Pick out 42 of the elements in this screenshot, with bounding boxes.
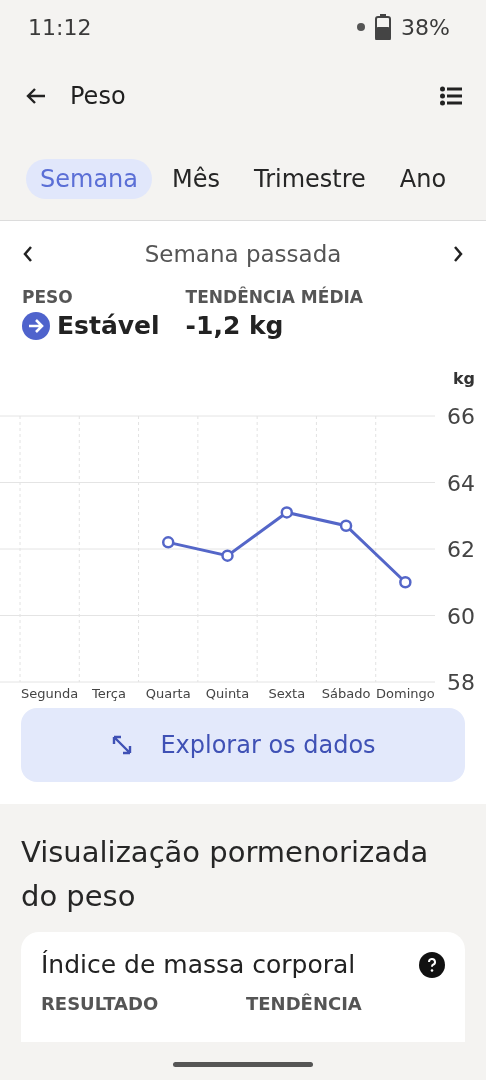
stat-value: Estável [57,311,160,340]
period-label: Semana passada [144,241,342,267]
stat-label: PESO [22,287,74,307]
arrow-circle-icon [22,311,50,340]
axis-day-label: Segunda [21,686,79,701]
previous-button[interactable] [22,245,34,263]
card-label: RESULTADO [41,993,160,1014]
axis-day-label: Quarta [145,686,191,701]
data-point [399,576,412,589]
period-tab[interactable]: Trimestre [240,159,380,199]
data-point [280,506,294,519]
screen-title: Peso [70,82,127,110]
axis-tick-label: 58 [447,670,475,695]
axis-day-label: Sábado [321,686,371,701]
list-button[interactable] [440,86,462,106]
stat-label: TENDÊNCIA MÉDIA [185,287,363,307]
axis-tick-label: 64 [447,470,475,496]
period-tab[interactable]: Mês [158,159,234,199]
section-title: Visualização pormenorizada do peso [21,834,430,915]
data-point [161,536,175,549]
axis-tick-label: 66 [447,404,475,429]
battery-icon [375,14,392,40]
card-label: TENDÊNCIA [246,993,363,1014]
axis-day-label: Terça [92,686,126,701]
axis-day-label: Sexta [268,686,306,701]
stat-value: -1,2 kg [185,311,284,340]
card-title: Índice de massa corporal [41,950,356,979]
axis-tick-label: 62 [447,537,475,562]
axis-day-label: Quinta [205,686,250,701]
axis-tick-label: 60 [447,603,475,629]
period-tab[interactable]: Semana [26,159,152,199]
axis-day-label: Domingo [376,686,435,701]
explore-button[interactable]: Explorar os dados [21,708,465,782]
help-button[interactable] [419,951,445,978]
dot-icon [357,23,366,31]
axis-unit: kg [452,369,475,388]
next-button[interactable] [452,245,464,263]
data-point [221,549,234,562]
status-time: 11:12 [28,14,92,40]
data-point [339,519,353,532]
battery-percent: 38% [401,14,450,40]
period-tab[interactable]: Ano [385,159,461,199]
